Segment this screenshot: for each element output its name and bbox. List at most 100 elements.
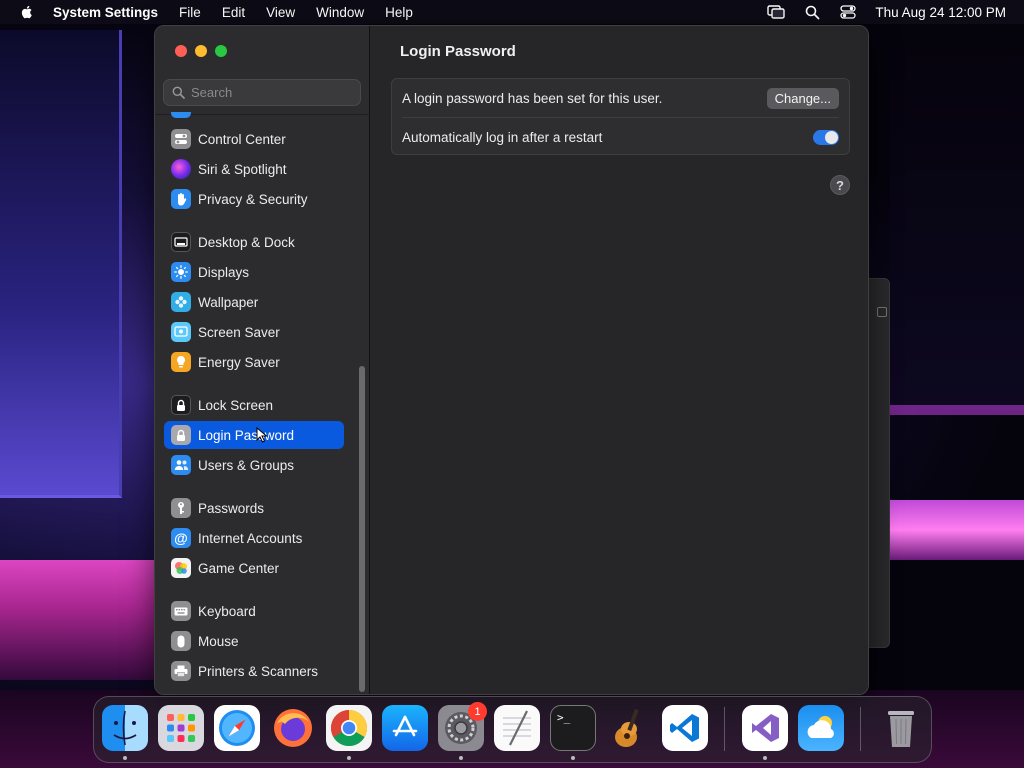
garageband-icon[interactable] — [606, 705, 652, 751]
sidebar-item-label: Internet Accounts — [198, 530, 303, 546]
menu-view[interactable]: View — [266, 5, 295, 20]
app-store-icon[interactable] — [382, 705, 428, 751]
sidebar-item-label: Wallpaper — [198, 294, 259, 310]
menu-edit[interactable]: Edit — [222, 5, 245, 20]
main-pane: Login Password A login password has been… — [371, 26, 868, 694]
terminal-icon[interactable]: >_ — [550, 705, 596, 751]
close-button[interactable] — [175, 45, 187, 57]
sidebar-item-label: Lock Screen — [198, 397, 274, 413]
menu-help[interactable]: Help — [385, 5, 413, 20]
menu-bar-clock[interactable]: Thu Aug 24 12:00 PM — [875, 5, 1006, 20]
wallpaper-glow — [880, 500, 1024, 560]
sun-icon — [171, 262, 191, 282]
sidebar-item-displays[interactable]: Displays — [164, 258, 345, 286]
zoom-button[interactable] — [215, 45, 227, 57]
sidebar-item-label: Displays — [198, 264, 250, 280]
screen-mirroring-icon[interactable] — [767, 4, 786, 20]
firefox-icon[interactable] — [270, 705, 316, 751]
dock: >_ — [93, 696, 932, 763]
sidebar-item-mouse[interactable]: Mouse — [164, 627, 345, 655]
wallpaper-shape — [0, 30, 122, 498]
users-icon — [171, 455, 191, 475]
page-title: Login Password — [400, 43, 516, 60]
sidebar-item-privacy-security[interactable]: Privacy & Security — [164, 185, 345, 213]
sidebar-scrollbar[interactable] — [359, 366, 365, 692]
keyboard-icon — [171, 601, 191, 621]
apple-menu-icon[interactable] — [19, 4, 35, 20]
search-field[interactable] — [163, 79, 361, 106]
control-center-icon[interactable] — [839, 4, 857, 20]
sidebar-item-label: Passwords — [198, 500, 265, 516]
help-button[interactable]: ? — [830, 175, 850, 195]
sidebar-item-printers-scanners[interactable]: Printers & Scanners — [164, 657, 345, 685]
sidebar-item-screen-saver[interactable]: Screen Saver — [164, 318, 345, 346]
bulb-icon — [171, 352, 191, 372]
menu-window[interactable]: Window — [316, 5, 364, 20]
sidebar-item-label: Energy Saver — [198, 354, 280, 370]
sidebar-item-label: Game Center — [198, 560, 280, 576]
sidebar-item-label: Siri & Spotlight — [198, 161, 287, 177]
at-icon: @ — [171, 528, 191, 548]
sidebar-item-control-center[interactable]: Control Center — [164, 125, 345, 153]
textedit-icon[interactable] — [494, 705, 540, 751]
chrome-icon[interactable] — [326, 705, 372, 751]
screen-saver-icon — [171, 322, 191, 342]
sidebar-item-siri-spotlight[interactable]: Siri & Spotlight — [164, 155, 345, 183]
sidebar-item-label: Privacy & Security — [198, 191, 308, 207]
running-indicator — [763, 756, 767, 760]
background-window[interactable] — [868, 278, 890, 648]
vscode-icon[interactable] — [662, 705, 708, 751]
trash-icon[interactable] — [878, 705, 924, 751]
search-icon — [172, 86, 185, 99]
menu-file[interactable]: File — [179, 5, 201, 20]
sidebar-item-passwords[interactable]: Passwords — [164, 494, 345, 522]
sidebar-item-label: Screen Saver — [198, 324, 280, 340]
wallpaper-glow — [0, 560, 160, 680]
minimize-button[interactable] — [195, 45, 207, 57]
sidebar-item-keyboard[interactable]: Keyboard — [164, 597, 345, 625]
background-window-control[interactable] — [877, 307, 887, 317]
window-controls — [175, 45, 227, 57]
flower-icon — [171, 292, 191, 312]
sidebar: Control Center Siri & Spotlight Privacy … — [155, 26, 370, 694]
sidebar-item-label: Users & Groups — [198, 457, 295, 473]
dock-icon — [171, 232, 191, 252]
sidebar-item-label: Control Center — [198, 131, 286, 147]
safari-icon[interactable] — [214, 705, 260, 751]
sidebar-item-desktop-dock[interactable]: Desktop & Dock — [164, 228, 345, 256]
partial-sidebar-icon — [171, 112, 191, 118]
spotlight-search-icon[interactable] — [803, 4, 821, 20]
search-input[interactable] — [191, 85, 351, 100]
running-indicator — [347, 756, 351, 760]
change-password-button[interactable]: Change... — [766, 88, 839, 109]
launchpad-icon[interactable] — [158, 705, 204, 751]
auto-login-row: Automatically log in after a restart — [402, 118, 839, 156]
menu-bar: System Settings File Edit View Window He… — [0, 0, 1024, 24]
menu-app-name[interactable]: System Settings — [53, 5, 158, 20]
printer-icon — [171, 661, 191, 681]
dock-separator — [860, 707, 861, 751]
sidebar-item-internet-accounts[interactable]: @ Internet Accounts — [164, 524, 345, 552]
wallpaper-glow — [880, 405, 1024, 415]
visual-studio-icon[interactable] — [742, 705, 788, 751]
auto-login-toggle[interactable] — [813, 130, 839, 145]
lock-icon — [171, 395, 191, 415]
toggle-knob — [825, 131, 838, 144]
sidebar-item-energy-saver[interactable]: Energy Saver — [164, 348, 345, 376]
mouse-pointer-icon — [256, 427, 268, 443]
control-center-icon — [171, 129, 191, 149]
game-center-icon — [171, 558, 191, 578]
weather-icon[interactable] — [798, 705, 844, 751]
sidebar-item-lock-screen[interactable]: Lock Screen — [164, 391, 345, 419]
sidebar-item-game-center[interactable]: Game Center — [164, 554, 345, 582]
finder-icon[interactable] — [102, 705, 148, 751]
sidebar-item-label: Printers & Scanners — [198, 663, 319, 679]
siri-icon — [171, 159, 191, 179]
sidebar-item-users-groups[interactable]: Users & Groups — [164, 451, 345, 479]
hand-icon — [171, 189, 191, 209]
sidebar-item-login-password[interactable]: Login Password — [164, 421, 344, 449]
sidebar-item-wallpaper[interactable]: Wallpaper — [164, 288, 345, 316]
sidebar-item-label: Keyboard — [198, 603, 256, 619]
password-status-row: A login password has been set for this u… — [402, 79, 839, 117]
padlock-icon — [171, 425, 191, 445]
